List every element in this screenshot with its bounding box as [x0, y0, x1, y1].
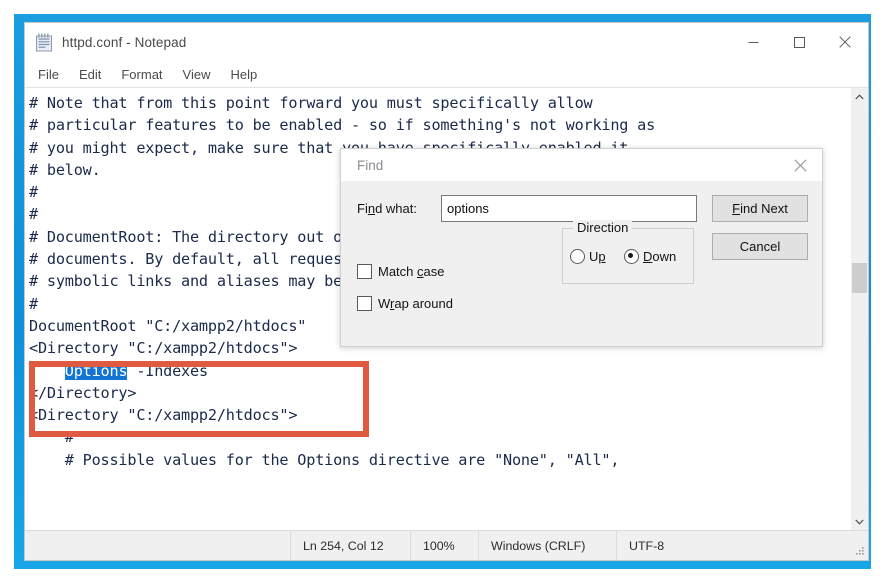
find-dialog-body: Find what: Find Next Cancel Direction Up… [341, 181, 822, 347]
cancel-button[interactable]: Cancel [712, 233, 808, 260]
code-line: # particular features to be enabled - so… [29, 114, 850, 136]
menu-item-edit[interactable]: Edit [77, 66, 103, 83]
find-dialog-close-button[interactable] [778, 150, 822, 181]
notepad-icon [35, 33, 53, 52]
statusbar: Ln 254, Col 12 100% Windows (CRLF) UTF-8 [25, 530, 868, 560]
find-dialog: Find Find what: Find Next Cancel Directi… [340, 148, 823, 347]
wrap-around-checkbox-icon [357, 296, 372, 311]
wrap-around-label: Wrap around [378, 296, 453, 311]
radio-down-label: Down [643, 249, 676, 264]
statusbar-line-ending: Windows (CRLF) [478, 531, 616, 560]
find-what-input[interactable] [441, 195, 697, 222]
code-line: # Possible values for the Options direct… [29, 449, 850, 471]
statusbar-blank-cell [25, 531, 290, 560]
minimize-button[interactable] [730, 24, 776, 61]
find-dialog-titlebar[interactable]: Find [341, 149, 822, 181]
menu-item-view[interactable]: View [181, 66, 213, 83]
selection-suffix: -Indexes [127, 362, 208, 380]
menu-item-format[interactable]: Format [119, 66, 164, 83]
checkbox-wrap-around[interactable]: Wrap around [357, 296, 453, 311]
statusbar-zoom-level[interactable]: 100% [410, 531, 478, 560]
search-match-selection: Options [65, 362, 128, 380]
selection-prefix [29, 362, 65, 380]
radio-down-mark-icon [624, 249, 639, 264]
radio-up-mark-icon [570, 249, 585, 264]
match-case-label: Match case [378, 264, 444, 279]
menubar: File Edit Format View Help [25, 61, 868, 87]
radio-direction-down[interactable]: Down [624, 249, 676, 264]
direction-legend-label: Direction [573, 220, 632, 235]
close-button[interactable] [822, 24, 868, 61]
code-line: # [29, 426, 850, 448]
statusbar-encoding: UTF-8 [616, 531, 736, 560]
find-dialog-title: Find [357, 158, 383, 173]
code-line: <Directory "C:/xampp2/htdocs"> [29, 404, 850, 426]
code-line-with-selection: Options -Indexes [29, 360, 850, 382]
maximize-button[interactable] [776, 24, 822, 61]
code-line: </Directory> [29, 382, 850, 404]
scrollbar-thumb[interactable] [852, 263, 867, 293]
screen: httpd.conf - Notepad File Edit Format Vi… [0, 0, 886, 583]
menu-item-file[interactable]: File [36, 66, 61, 83]
scroll-up-arrow-icon[interactable] [851, 88, 868, 105]
resize-grip-icon[interactable] [853, 546, 865, 558]
window-title: httpd.conf - Notepad [62, 35, 186, 50]
match-case-checkbox-icon [357, 264, 372, 279]
scroll-down-arrow-icon[interactable] [851, 513, 868, 530]
radio-direction-up[interactable]: Up [570, 249, 606, 264]
window-titlebar[interactable]: httpd.conf - Notepad [25, 23, 868, 61]
find-what-label: Find what: [357, 201, 417, 216]
menu-item-help[interactable]: Help [228, 66, 259, 83]
statusbar-cursor-position: Ln 254, Col 12 [290, 531, 410, 560]
vertical-scrollbar[interactable] [850, 88, 868, 530]
find-next-button[interactable]: Find Next [712, 195, 808, 222]
radio-up-label: Up [589, 249, 606, 264]
code-line: # Note that from this point forward you … [29, 92, 850, 114]
checkbox-match-case[interactable]: Match case [357, 264, 444, 279]
